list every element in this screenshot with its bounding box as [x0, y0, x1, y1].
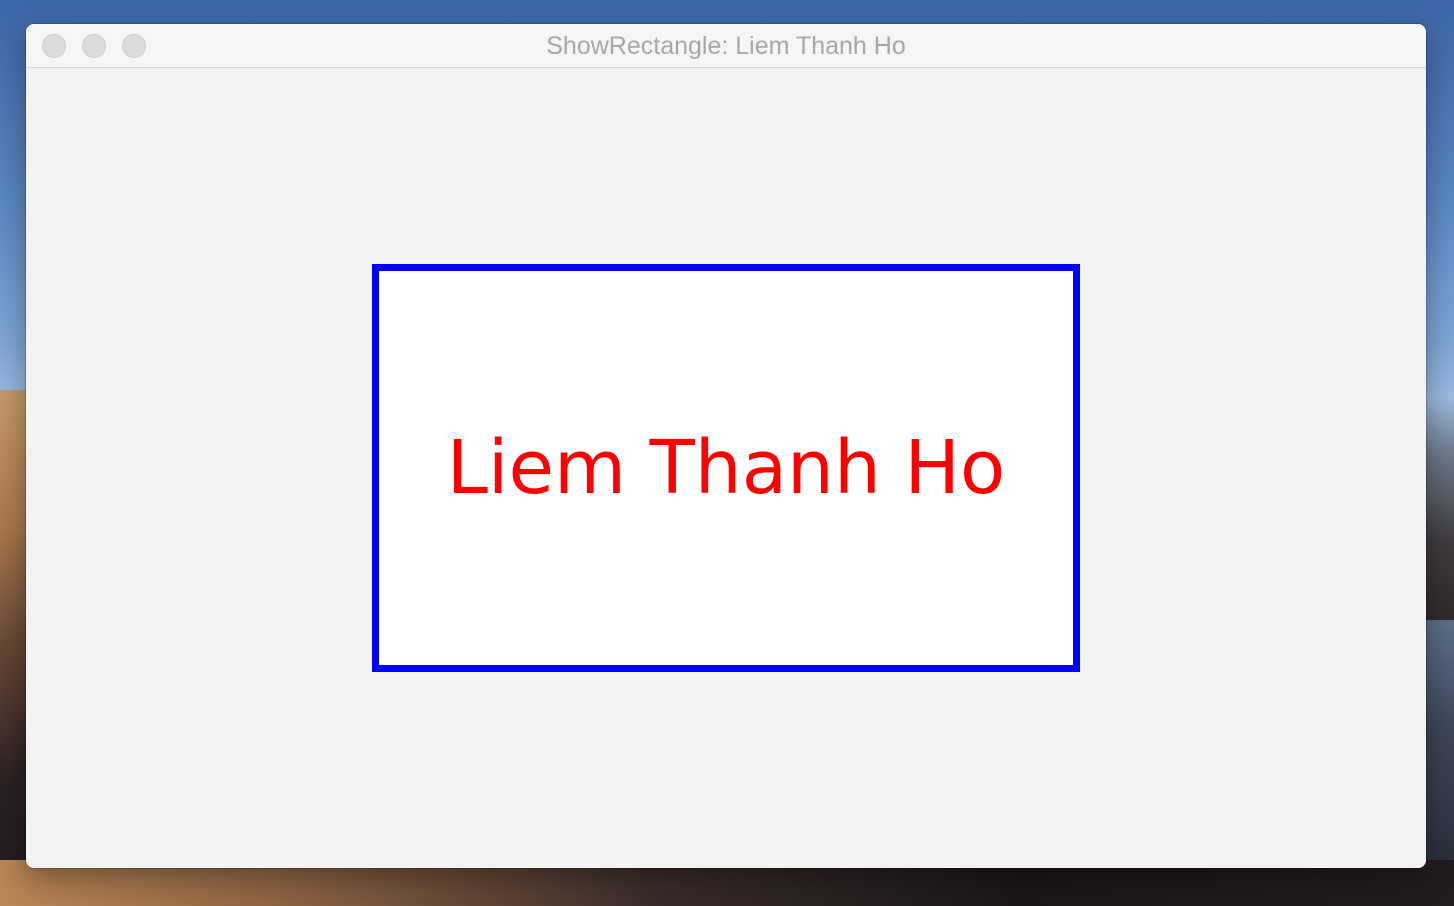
drawing-pane: Liem Thanh Ho: [26, 68, 1426, 868]
title-bar[interactable]: ShowRectangle: Liem Thanh Ho: [26, 24, 1426, 68]
app-window: ShowRectangle: Liem Thanh Ho Liem Thanh …: [26, 24, 1426, 868]
window-title: ShowRectangle: Liem Thanh Ho: [546, 32, 906, 60]
blue-rectangle: Liem Thanh Ho: [372, 264, 1080, 672]
rectangle-text: Liem Thanh Ho: [446, 425, 1006, 511]
